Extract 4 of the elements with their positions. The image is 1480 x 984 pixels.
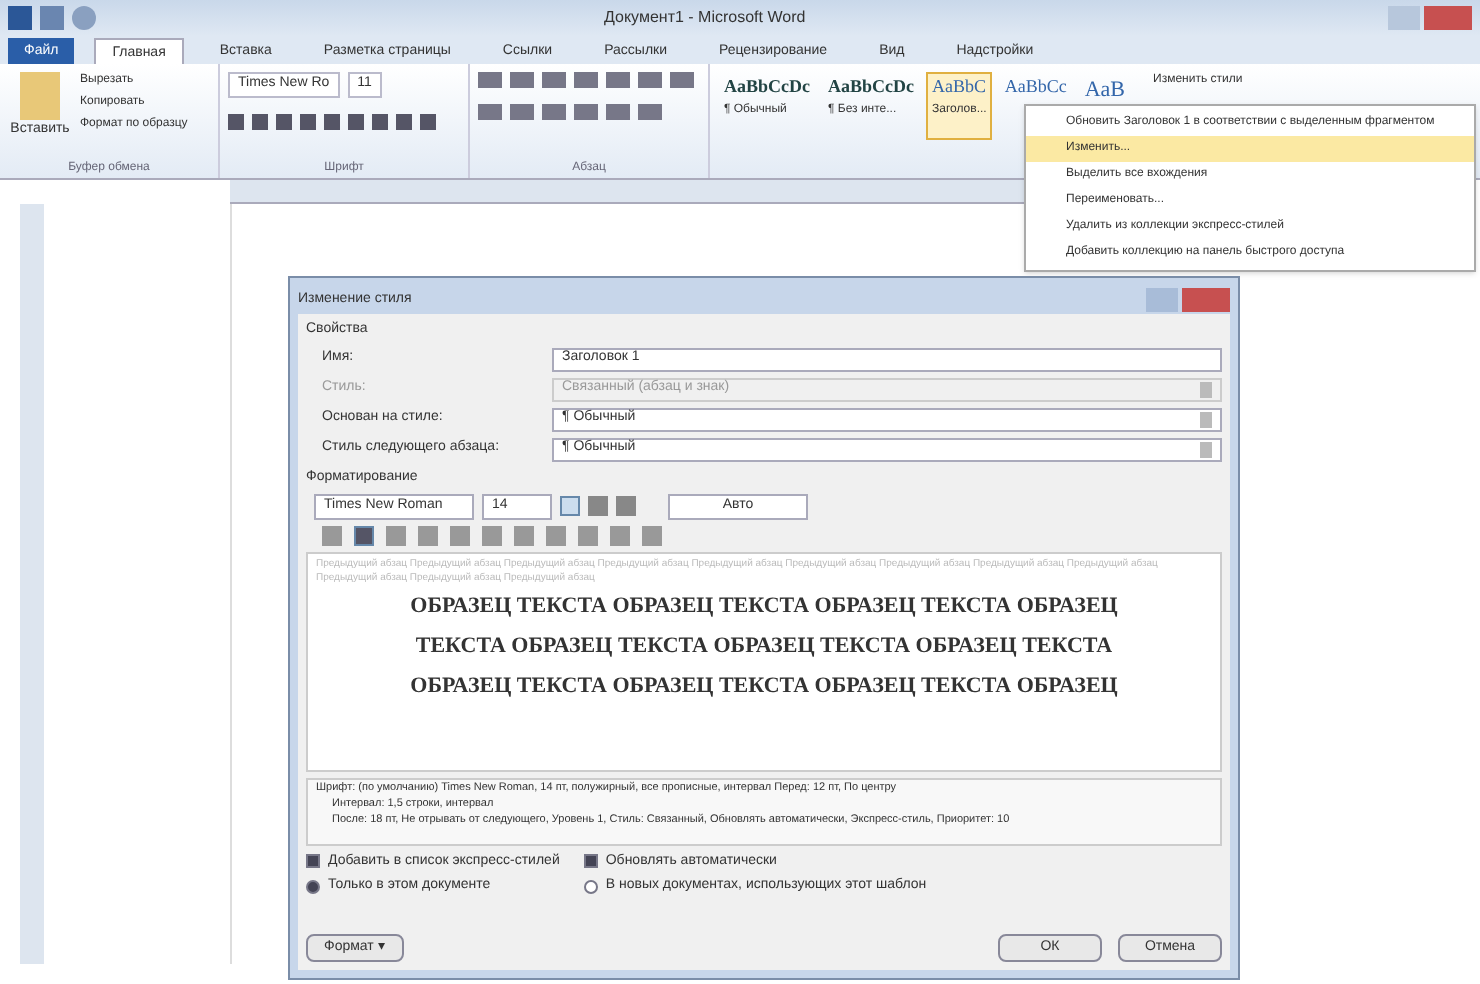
preview-sample-text: ТЕКСТА ОБРАЗЕЦ ТЕКСТА ОБРАЗЕЦ ТЕКСТА ОБРАЗЕЦ ТЕКСТА: [413, 631, 1115, 661]
preview-sample-text: ОБРАЗЕЦ ТЕКСТА ОБРАЗЕЦ ТЕКСТА ОБРАЗЕЦ ТЕКСТА ОБРАЗЕЦ: [408, 671, 1120, 701]
window-title: Документ1 - Microsoft Word: [604, 6, 806, 30]
preview-sample-text: ОБРАЗЕЦ ТЕКСТА ОБРАЗЕЦ ТЕКСТА ОБРАЗЕЦ ТЕКСТА ОБРАЗЕЦ: [408, 591, 1120, 621]
